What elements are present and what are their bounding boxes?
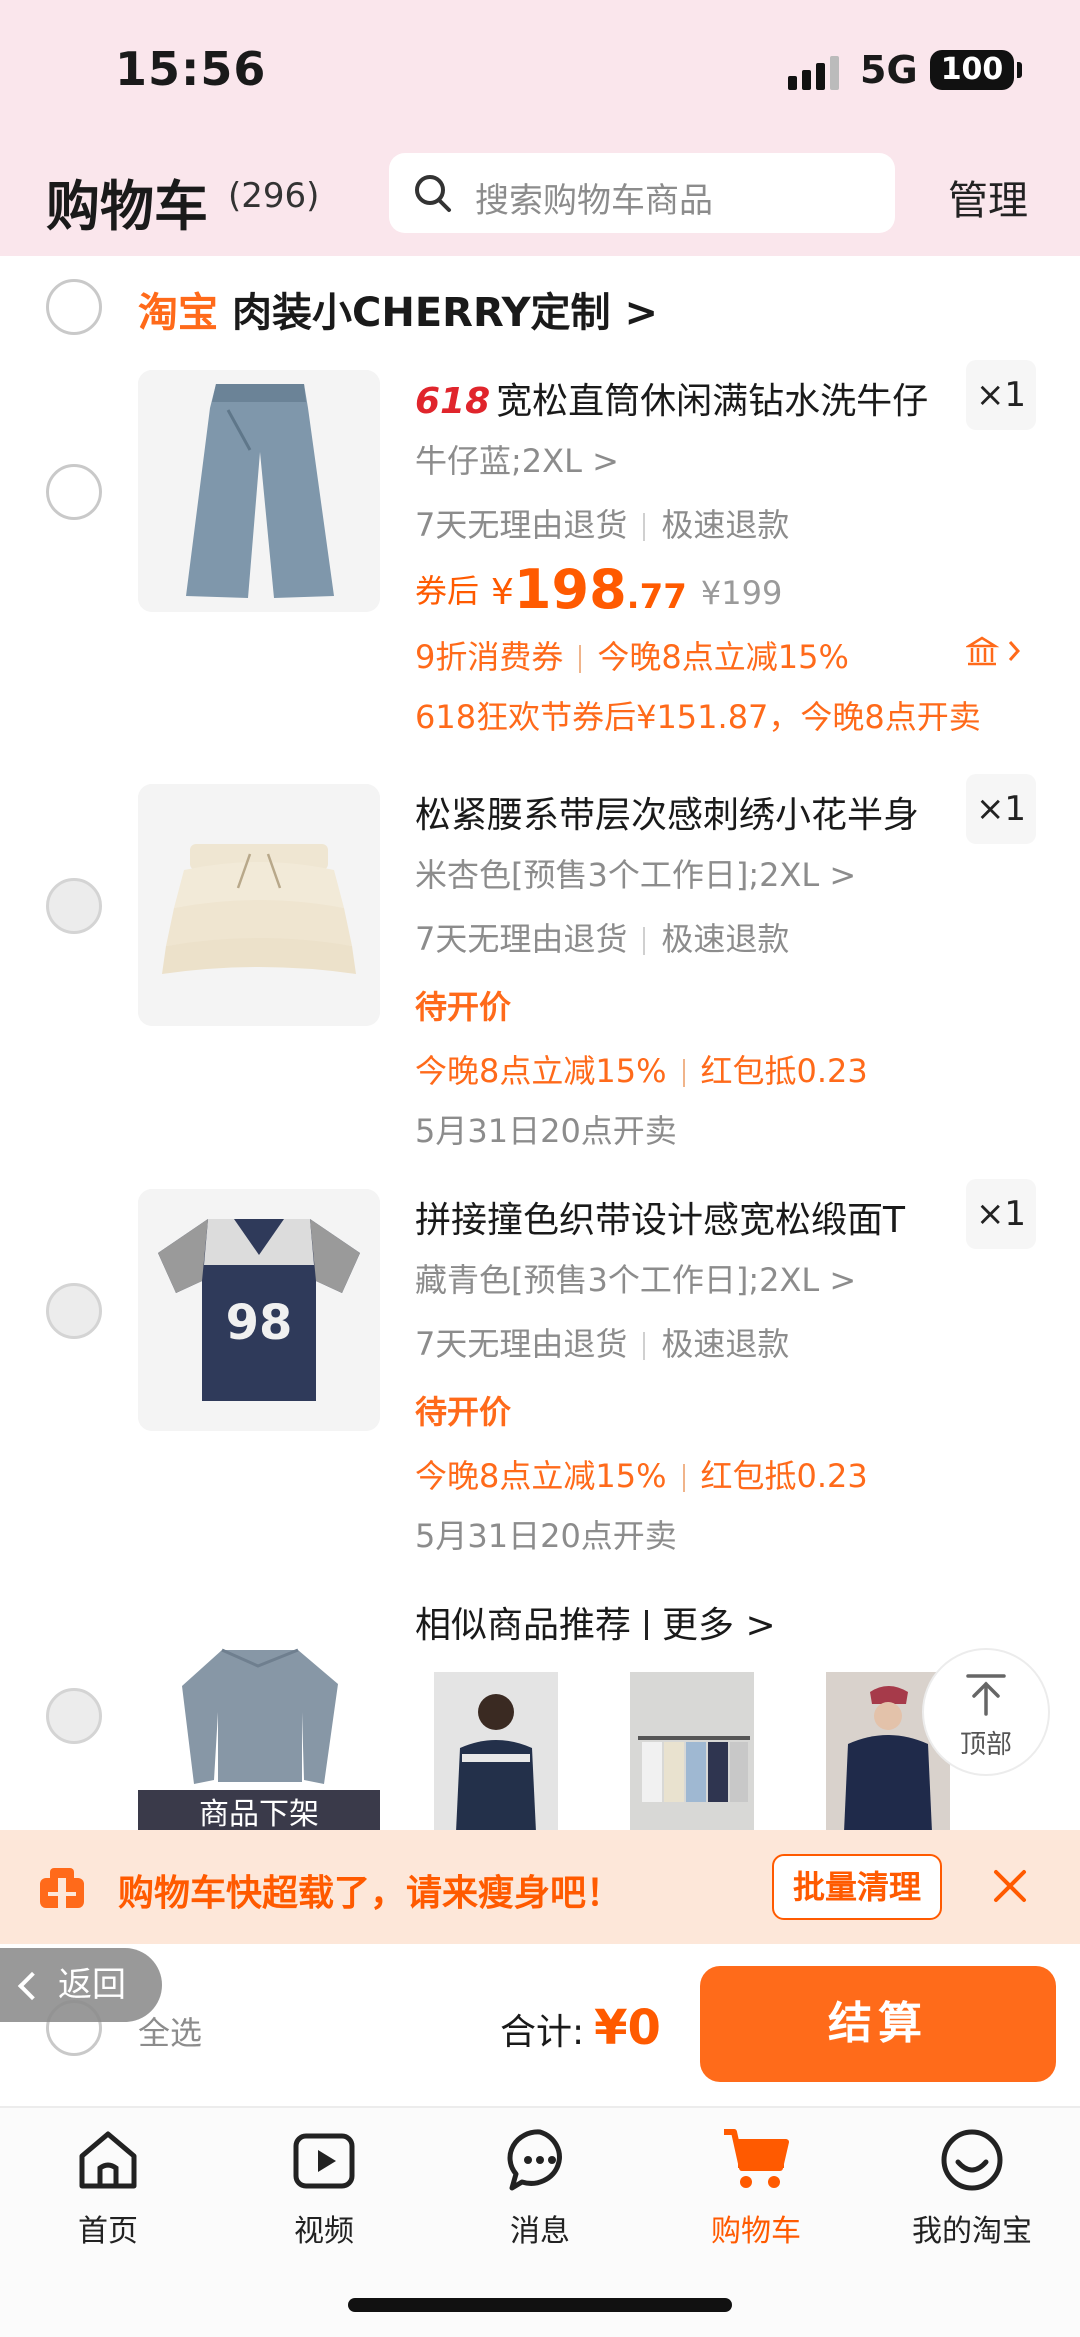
back-to-top-button[interactable]: 顶部 [922,1648,1050,1776]
promo-row[interactable]: 9折消费券 今晚8点立减15% [415,632,849,678]
product-image-jeans[interactable] [138,370,380,612]
battery-icon: 100 [930,50,1022,90]
service-tags: 7天无理由退货 极速退款 [415,920,790,958]
pending-price-label: 待开价 [415,988,512,1026]
product-title[interactable]: 拼接撞色织带设计感宽松缎面T [415,1191,955,1243]
more-link[interactable]: 更多 > [662,1605,776,1646]
item-select-radio[interactable] [46,464,102,520]
total-label: 合计: [500,2012,585,2053]
close-icon[interactable] [990,1866,1030,1906]
video-icon [293,2133,355,2189]
total-amount: ¥0 [594,2000,661,2056]
select-all-label[interactable]: 全选 [138,2008,202,2054]
bank-promo-icon[interactable] [964,634,1032,668]
recommend-item[interactable] [630,1672,754,1832]
item-select-radio[interactable] [46,878,102,934]
price-prefix: 券后 [415,572,480,610]
tab-video[interactable]: 视频 [216,2124,432,2250]
jersey-number: 98 [226,1295,293,1351]
sku-selector[interactable]: 米杏色[预售3个工作日];2XL > [415,850,856,896]
price-row: 券后 ¥198.77 ¥199 [415,558,783,621]
recommend-item[interactable] [434,1672,558,1832]
sku-selector[interactable]: 牛仔蓝;2XL > [415,436,619,482]
promo-row[interactable]: 今晚8点立减15% 红包抵0.23 [415,1451,868,1497]
pending-price-label: 待开价 [415,1393,512,1431]
quantity-badge[interactable]: ×1 [966,1179,1036,1249]
item-select-radio[interactable] [46,1688,102,1744]
profile-icon [941,2129,1003,2191]
quantity-badge[interactable]: ×1 [966,774,1036,844]
batch-clear-button[interactable]: 批量清理 [772,1854,942,1920]
signal-icon [788,54,846,90]
status-time: 15:56 [115,42,267,96]
search-placeholder: 搜索购物车商品 [475,181,713,221]
promo-note: 618狂欢节券后¥151.87，今晚8点开卖 [415,698,981,736]
quantity-badge[interactable]: ×1 [966,360,1036,430]
cart-full-icon [40,1868,84,1908]
cart-header: 购物车 (296) 搜索购物车商品 管理 [0,140,1080,256]
tab-messages[interactable]: 消息 [432,2124,648,2250]
original-price: ¥199 [700,574,783,612]
shop-name-row[interactable]: 淘宝 肉装小CHERRY定制 > [138,280,658,338]
cart-icon [724,2129,789,2188]
overload-message: 购物车快超载了，请来瘦身吧！ [118,1873,623,1914]
network-type: 5G [860,48,918,92]
service-tags: 7天无理由退货 极速退款 [415,1325,790,1363]
product-image-tshirt[interactable]: 98 [138,1189,380,1431]
item-select-radio[interactable] [46,1283,102,1339]
back-to-top-label: 顶部 [959,1730,1012,1760]
tab-cart[interactable]: 购物车 [648,2124,864,2250]
sale-time: 5月31日20点开卖 [415,1517,677,1555]
cart-count: (296) [228,176,320,216]
home-icon [79,2131,137,2189]
promo-row[interactable]: 今晚8点立减15% 红包抵0.23 [415,1046,868,1092]
status-bar: 15:56 5G 100 [0,0,1080,140]
chevron-right-icon: > [624,290,658,336]
shop-select-radio[interactable] [46,279,102,335]
promo-618-tag: 618 [415,381,491,422]
cart-overload-banner: 购物车快超载了，请来瘦身吧！ 批量清理 [0,1830,1080,1944]
similar-recommend-link[interactable]: 相似商品推荐 更多 > [415,1596,776,1648]
service-tags: 7天无理由退货 极速退款 [415,506,790,544]
product-title[interactable]: 618 宽松直筒休闲满钻水洗牛仔 [415,372,955,424]
tab-home[interactable]: 首页 [0,2124,216,2250]
checkout-button[interactable]: 结算 [700,1966,1056,2082]
page-title: 购物车 [46,175,208,238]
delisted-label: 商品下架 [199,1797,319,1830]
total-row: 合计: ¥0 [500,2000,661,2056]
product-image-sweater[interactable]: 商品下架 [138,1594,380,1830]
home-indicator [348,2298,732,2312]
message-icon [507,2129,562,2191]
search-icon [415,175,451,212]
arrow-up-icon [966,1674,1006,1716]
manage-button[interactable]: 管理 [948,168,1028,226]
search-input[interactable]: 搜索购物车商品 [389,153,895,233]
price-value: 198 [513,558,627,621]
shop-name: 肉装小CHERRY定制 [232,290,611,336]
tab-my-taobao[interactable]: 我的淘宝 [864,2124,1080,2250]
cart-screen: 15:56 5G 100 购物车 (296) 搜索购物车商品 管理 淘宝 肉装小C… [0,0,1080,2337]
sale-time: 5月31日20点开卖 [415,1112,677,1150]
sku-selector[interactable]: 藏青色[预售3个工作日];2XL > [415,1255,856,1301]
product-title[interactable]: 松紧腰系带层次感刺绣小花半身 [415,786,955,838]
taobao-label: 淘宝 [138,290,218,336]
product-image-skirt[interactable] [138,784,380,1026]
